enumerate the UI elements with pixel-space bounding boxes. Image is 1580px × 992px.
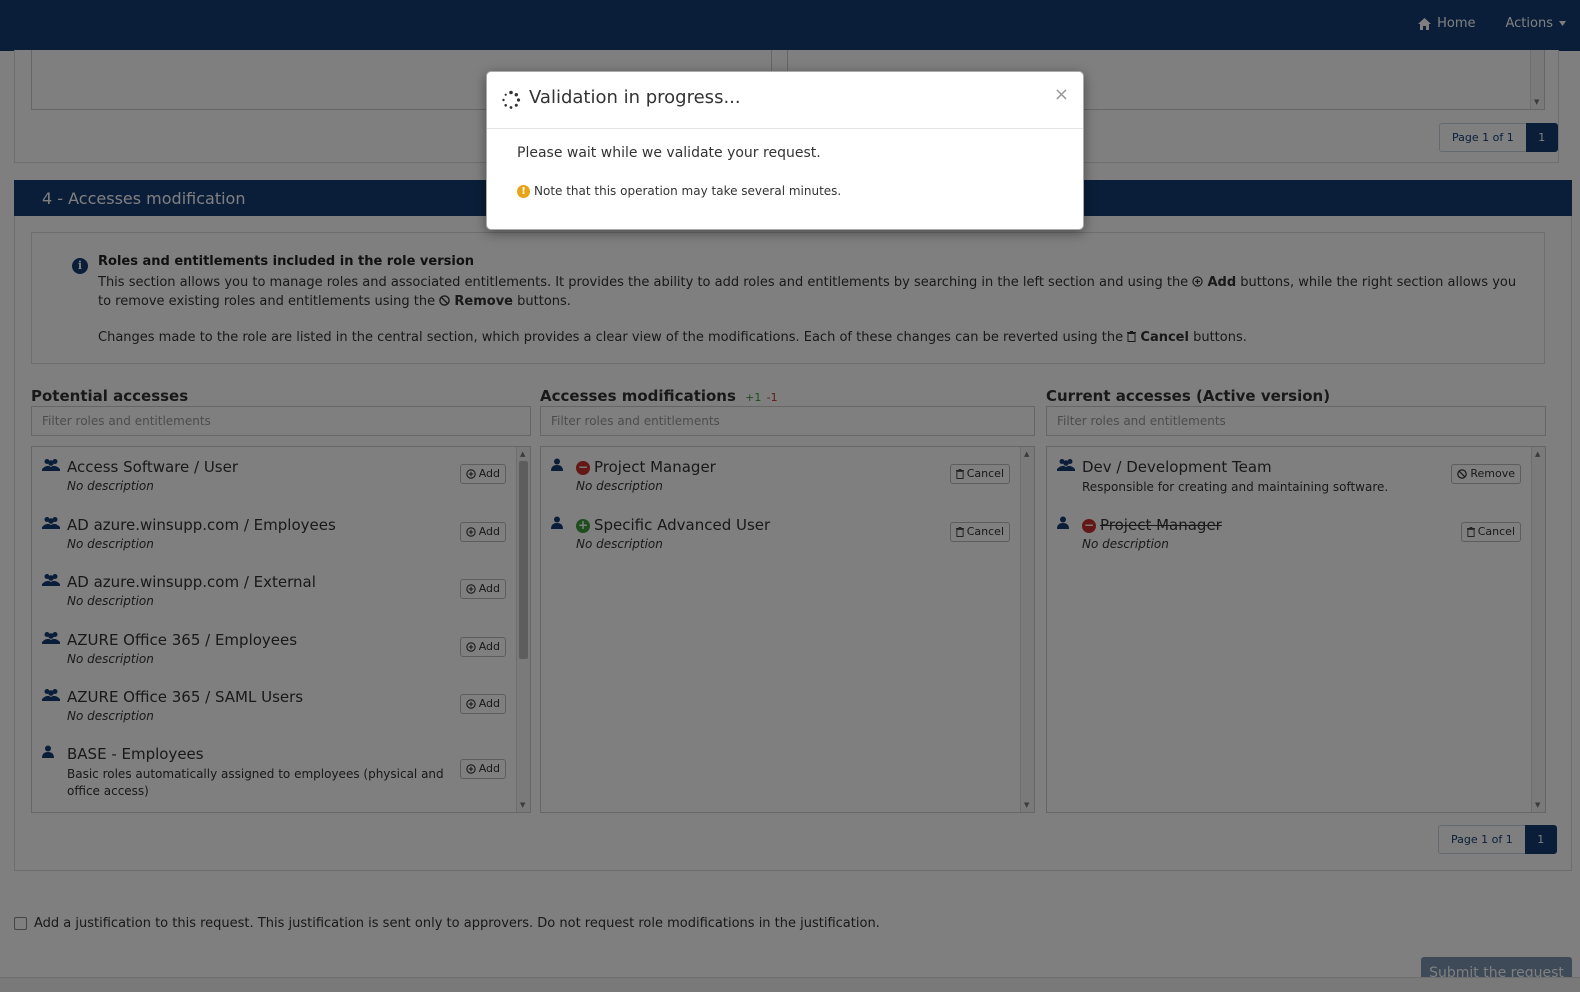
modal-note: ! Note that this operation may take seve… (517, 184, 841, 198)
warning-icon: ! (517, 184, 530, 198)
modal-header: Validation in progress... × (487, 72, 1083, 129)
modal-note-text: Note that this operation may take severa… (534, 184, 842, 198)
modal-message: Please wait while we validate your reque… (517, 145, 821, 161)
spinner-icon (502, 90, 521, 109)
close-icon[interactable]: × (1054, 84, 1069, 105)
modal-title: Validation in progress... (529, 87, 741, 108)
validation-modal: Validation in progress... × Please wait … (486, 71, 1084, 230)
